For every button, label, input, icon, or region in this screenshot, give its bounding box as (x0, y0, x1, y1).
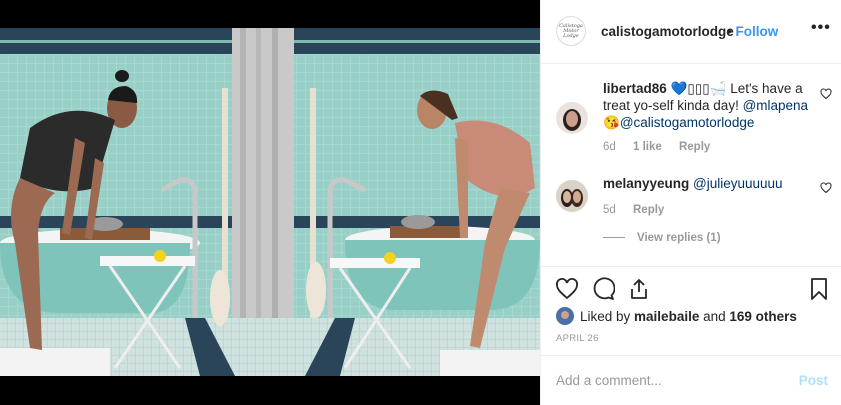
liker-username[interactable]: mailebaile (634, 309, 699, 324)
post-date[interactable]: APRIL 26 (556, 333, 599, 344)
view-replies-button[interactable]: View replies (1) (603, 232, 721, 244)
heart-icon[interactable] (555, 277, 579, 301)
reply-button[interactable]: Reply (679, 141, 710, 153)
liker-avatar[interactable] (556, 307, 574, 325)
bookmark-icon[interactable] (807, 277, 831, 301)
comment-mention[interactable]: @julieyuuuuuu (693, 176, 783, 191)
likes-middle: and (699, 308, 730, 324)
post-photo-pane (0, 0, 540, 405)
add-comment-input[interactable]: Add a comment... (556, 373, 662, 388)
add-comment-bar: Add a comment... Post (541, 355, 841, 405)
comment-meta: 5d Reply (603, 204, 664, 216)
comments-list: libertad86 💙▯▯▯🛁 Let's have a treat yo-s… (541, 64, 841, 266)
post-actions (541, 266, 841, 307)
follow-label: Follow (735, 24, 779, 39)
comment-emoji: 😘 (603, 115, 620, 130)
comment-body: libertad86 💙▯▯▯🛁 Let's have a treat yo-s… (603, 80, 818, 131)
account-username[interactable]: calistogamotorlodge (601, 24, 734, 39)
likes-prefix: Liked by (580, 308, 635, 324)
comment-body: melanyyeung @julieyuuuuuu (603, 175, 818, 192)
follow-button[interactable]: • Follow (727, 24, 778, 39)
post-comment-button[interactable]: Post (799, 373, 828, 388)
comment-username[interactable]: melanyyeung (603, 176, 689, 191)
user-photo-icon (556, 102, 588, 134)
post-header: Calistoga Motor Lodge calistogamotorlodg… (541, 0, 841, 64)
comment-username[interactable]: libertad86 (603, 81, 667, 96)
like-comment-heart-icon[interactable] (820, 182, 832, 194)
comment-likes[interactable]: 1 like (633, 141, 662, 153)
separator-dot: • (727, 24, 732, 39)
comment-age: 5d (603, 204, 616, 216)
user-photo-icon (556, 307, 574, 325)
comment-icon[interactable] (591, 277, 615, 301)
account-logo-text: Calistoga Motor Lodge (559, 22, 583, 39)
likes-others[interactable]: 169 others (729, 309, 797, 324)
account-avatar[interactable]: Calistoga Motor Lodge (556, 16, 586, 46)
comment-age: 6d (603, 141, 616, 153)
comment-avatar[interactable] (556, 180, 588, 212)
replies-divider (603, 237, 625, 239)
post-sidebar: Calistoga Motor Lodge calistogamotorlodg… (540, 0, 841, 405)
bathroom-photo (0, 28, 540, 376)
more-options-icon[interactable]: ••• (811, 19, 831, 37)
comment-meta: 6d 1 like Reply (603, 141, 710, 153)
like-comment-heart-icon[interactable] (820, 88, 832, 100)
share-icon[interactable] (627, 277, 651, 301)
comment-emoji: 💙▯▯▯🛁 (670, 81, 727, 96)
reply-button[interactable]: Reply (633, 204, 664, 216)
likes-text: Liked by mailebaile and 169 others (580, 309, 797, 324)
user-photo-icon (556, 180, 588, 212)
comment-mention[interactable]: @mlapena (743, 98, 809, 113)
view-replies-label: View replies (1) (637, 232, 721, 244)
likes-summary: Liked by mailebaile and 169 others (556, 306, 797, 326)
post-photo[interactable] (0, 28, 540, 376)
comment-mention[interactable]: @calistogamotorlodge (620, 115, 755, 130)
comment-avatar[interactable] (556, 102, 588, 134)
